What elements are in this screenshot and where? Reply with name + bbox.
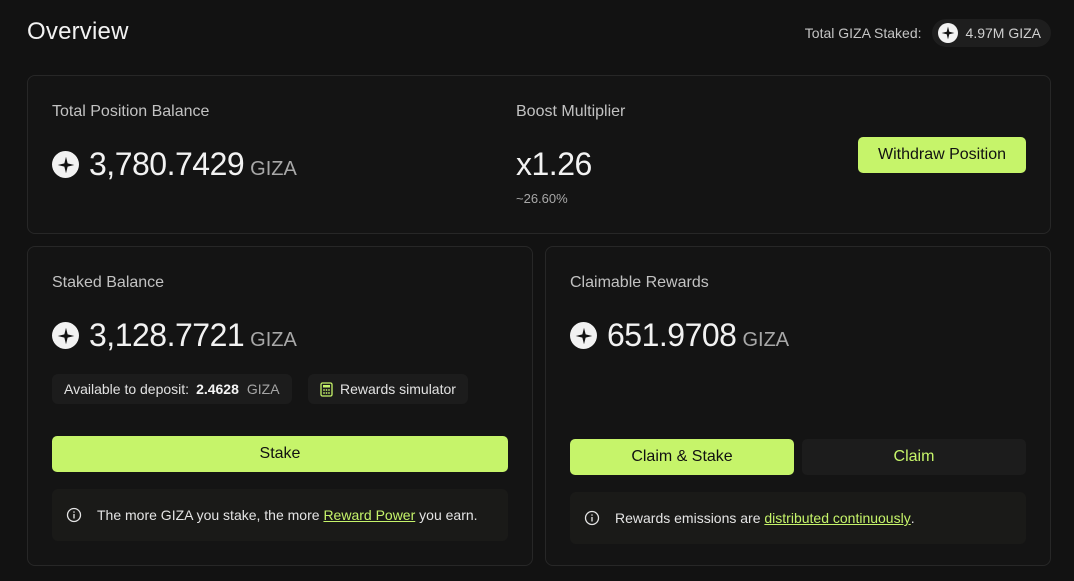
boost-multiplier: x1.26 [516,146,592,183]
available-label: Available to deposit: [64,381,190,397]
stake-info-note: The more GIZA you stake, the more Reward… [52,489,508,541]
position-balance-label: Total Position Balance [52,103,210,120]
page-title: Overview [27,18,129,45]
rewards-info-note: Rewards emissions are distributed contin… [570,492,1026,544]
giza-coin-icon [52,322,79,349]
info-icon [584,510,600,526]
position-balance: 3,780.7429 GIZA [52,146,297,183]
stake-note-text: The more GIZA you stake, the more [97,507,324,523]
available-value: 2.4628 [196,381,239,397]
total-staked-value: 4.97M GIZA [965,25,1041,41]
stake-note-end: you earn. [415,507,478,523]
giza-coin-icon [52,151,79,178]
boost-value: x1.26 [516,146,592,182]
rewards-note-text: Rewards emissions are [615,510,765,526]
withdraw-position-button[interactable]: Withdraw Position [858,137,1026,173]
total-staked-pill: 4.97M GIZA [931,19,1051,47]
available-unit: GIZA [246,381,280,397]
position-card: Total Position Balance 3,780.7429 GIZA B… [27,75,1051,234]
claim-and-stake-button[interactable]: Claim & Stake [570,439,794,475]
staked-balance-unit: GIZA [250,329,297,351]
distributed-continuously-link[interactable]: distributed continuously [764,510,910,526]
claimable-rewards: 651.9708 GIZA [570,317,789,354]
claim-button[interactable]: Claim [802,439,1026,475]
rewards-simulator-button[interactable]: Rewards simulator [308,374,468,404]
staked-balance-card: Staked Balance 3,128.7721 GIZA Available… [27,246,533,566]
claimable-rewards-label: Claimable Rewards [570,274,709,291]
position-balance-unit: GIZA [250,158,297,180]
staked-balance: 3,128.7721 GIZA [52,317,297,354]
page-header: Overview Total GIZA Staked: 4.97M GIZA [27,18,1051,48]
claimable-rewards-unit: GIZA [742,329,790,351]
giza-coin-icon [937,23,958,43]
info-icon [66,507,82,523]
rewards-simulator-label: Rewards simulator [340,381,456,397]
total-staked-label: Total GIZA Staked: [804,25,922,41]
reward-power-link[interactable]: Reward Power [323,507,415,523]
available-to-deposit: Available to deposit: 2.4628 GIZA [52,374,292,404]
total-staked: Total GIZA Staked: 4.97M GIZA [805,19,1051,47]
rewards-note-end: . [910,510,915,526]
boost-percent: ~26.60% [516,191,568,206]
claimable-rewards-card: Claimable Rewards 651.9708 GIZA Claim & … [545,246,1051,566]
boost-label: Boost Multiplier [516,103,626,120]
calculator-icon [320,381,333,397]
claimable-rewards-value: 651.9708 [607,317,737,353]
position-balance-value: 3,780.7429 [89,146,245,182]
stake-button[interactable]: Stake [52,436,508,472]
giza-coin-icon [570,322,597,349]
staked-balance-value: 3,128.7721 [89,317,245,353]
staked-balance-label: Staked Balance [52,274,165,291]
